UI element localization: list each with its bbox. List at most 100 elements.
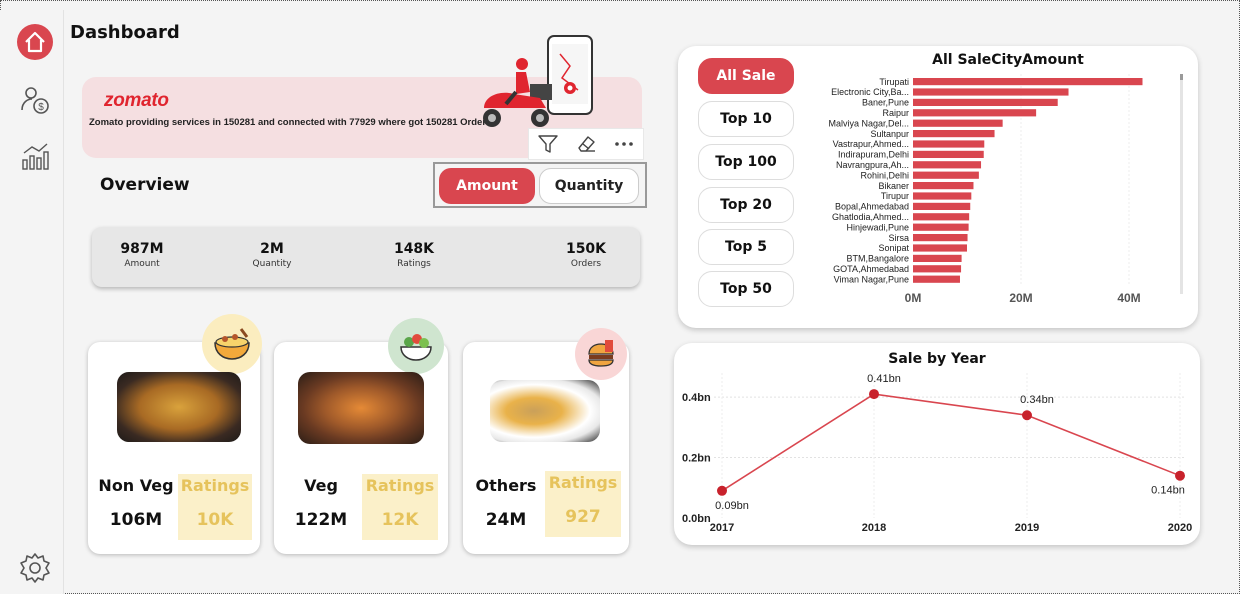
x-tick-label: 40M [1117, 291, 1140, 305]
x-tick-label: 2017 [710, 522, 734, 534]
scrollbar[interactable] [1180, 74, 1183, 294]
series-line [721, 393, 1181, 492]
amount-button[interactable]: Amount [439, 168, 535, 204]
bar [913, 140, 985, 148]
measure-toggle: Amount Quantity [433, 162, 647, 208]
bar [913, 213, 970, 221]
eraser-icon[interactable] [571, 130, 601, 158]
kpi-value: 148K [393, 241, 435, 257]
home-icon[interactable] [17, 24, 53, 60]
filter-top-20[interactable]: Top 20 [698, 187, 794, 223]
category-label: GOTA,Ahmedabad [833, 264, 909, 274]
kpi-label: Quantity [252, 259, 292, 269]
data-point [1022, 410, 1032, 421]
category-label: Malviya Nagar,Del... [828, 118, 909, 128]
category-name: Veg [304, 476, 338, 495]
category-label: Electronic City,Ba... [831, 87, 909, 97]
year-sales-panel: Sale by Year 0.0bn 0.2bn 0.4bn 2017 2018 2019… [674, 343, 1200, 545]
ratings-value: 927 [565, 507, 601, 527]
ratings-box: Ratings 12K [362, 474, 438, 540]
nonveg-food-image [117, 372, 241, 442]
kpi-label: Amount [124, 259, 160, 269]
filter-top-10[interactable]: Top 10 [698, 101, 794, 137]
y-tick-label: 0.0bn [682, 513, 711, 525]
bar [913, 182, 974, 190]
data-point [869, 389, 879, 400]
quantity-button[interactable]: Quantity [539, 168, 639, 204]
category-amount: 24M [485, 510, 527, 530]
category-card-nonveg: Non Veg 106M Ratings 10K [88, 314, 262, 554]
data-label: 0.41bn [867, 373, 901, 385]
x-tick-label: 20M [1009, 291, 1032, 305]
bar [913, 254, 962, 262]
bar [913, 130, 995, 138]
data-point [1175, 470, 1185, 481]
bar [913, 161, 982, 169]
category-label: Sonipat [878, 243, 909, 253]
ratings-value: 12K [381, 510, 419, 530]
city-sales-panel: All Sale Top 10 Top 100 Top 20 Top 5 Top… [678, 46, 1198, 328]
city-bar-chart: TirupatiElectronic City,Ba...Baner,PuneR… [828, 74, 1143, 305]
filter-top-5[interactable]: Top 5 [698, 229, 794, 265]
category-label: Bopal,Ahmedabad [835, 202, 909, 212]
kpi-orders: 150K Orders [556, 241, 616, 269]
banner-tagline: Zomato providing services in 150281 and … [89, 117, 492, 128]
bar [913, 265, 962, 273]
y-tick-label: 0.2bn [682, 453, 711, 465]
filter-top-50[interactable]: Top 50 [698, 271, 794, 307]
category-label: Sultanpur [870, 129, 909, 139]
ratings-label: Ratings [180, 476, 250, 495]
kpi-bar: 987M Amount 2M Quantity 148K Ratings 150… [92, 227, 640, 287]
bar [913, 98, 1058, 106]
kpi-value: 987M [120, 241, 164, 257]
category-label: Sirsa [888, 233, 909, 243]
bar [913, 202, 971, 210]
sales-icon[interactable]: $ [17, 82, 53, 118]
svg-text:$: $ [38, 102, 44, 113]
kpi-value: 2M [260, 241, 284, 257]
fastfood-icon [575, 328, 627, 380]
kpi-value: 150K [565, 241, 607, 257]
kpi-label: Ratings [397, 259, 431, 269]
bar [913, 192, 972, 200]
bar [913, 88, 1069, 96]
x-tick-label: 2020 [1168, 522, 1192, 534]
ratings-value: 10K [196, 510, 234, 530]
analytics-icon[interactable] [17, 138, 53, 174]
filter-top-100[interactable]: Top 100 [698, 144, 794, 180]
kpi-ratings: 148K Ratings [384, 241, 444, 269]
kpi-label: Orders [570, 259, 602, 269]
bar [913, 234, 968, 242]
category-label: Tirupur [881, 191, 909, 201]
sidebar: $ [0, 10, 64, 594]
ratings-label: Ratings [548, 473, 618, 492]
category-label: Bikaner [878, 181, 909, 191]
others-food-image [490, 380, 600, 442]
bar [913, 223, 969, 231]
ratings-box: Ratings 927 [545, 471, 621, 537]
filter-icon[interactable] [533, 130, 563, 158]
y-tick-label: 0.4bn [682, 392, 711, 404]
filter-all-sale[interactable]: All Sale [698, 58, 794, 94]
chart-title: All SaleCityAmount [932, 52, 1084, 68]
delivery-illustration [470, 34, 600, 134]
more-icon[interactable] [609, 130, 639, 158]
category-label: BTM,Bangalore [846, 254, 909, 264]
bar [913, 150, 984, 158]
x-tick-label: 2018 [862, 522, 886, 534]
category-label: Indirapuram,Delhi [838, 150, 909, 160]
category-card-veg: Veg 122M Ratings 12K [274, 318, 448, 554]
bar [913, 244, 967, 252]
veg-food-image [298, 372, 424, 444]
category-label: Rohini,Delhi [860, 170, 909, 180]
category-name: Non Veg [98, 476, 174, 495]
bar [913, 275, 960, 283]
kpi-amount: 987M Amount [112, 241, 172, 269]
settings-icon[interactable] [17, 550, 53, 586]
bar [913, 78, 1143, 86]
category-label: Raipur [882, 108, 909, 118]
ratings-label: Ratings [365, 476, 435, 495]
bar [913, 119, 1003, 127]
x-tick-label: 0M [905, 291, 922, 305]
salad-icon [388, 318, 444, 374]
